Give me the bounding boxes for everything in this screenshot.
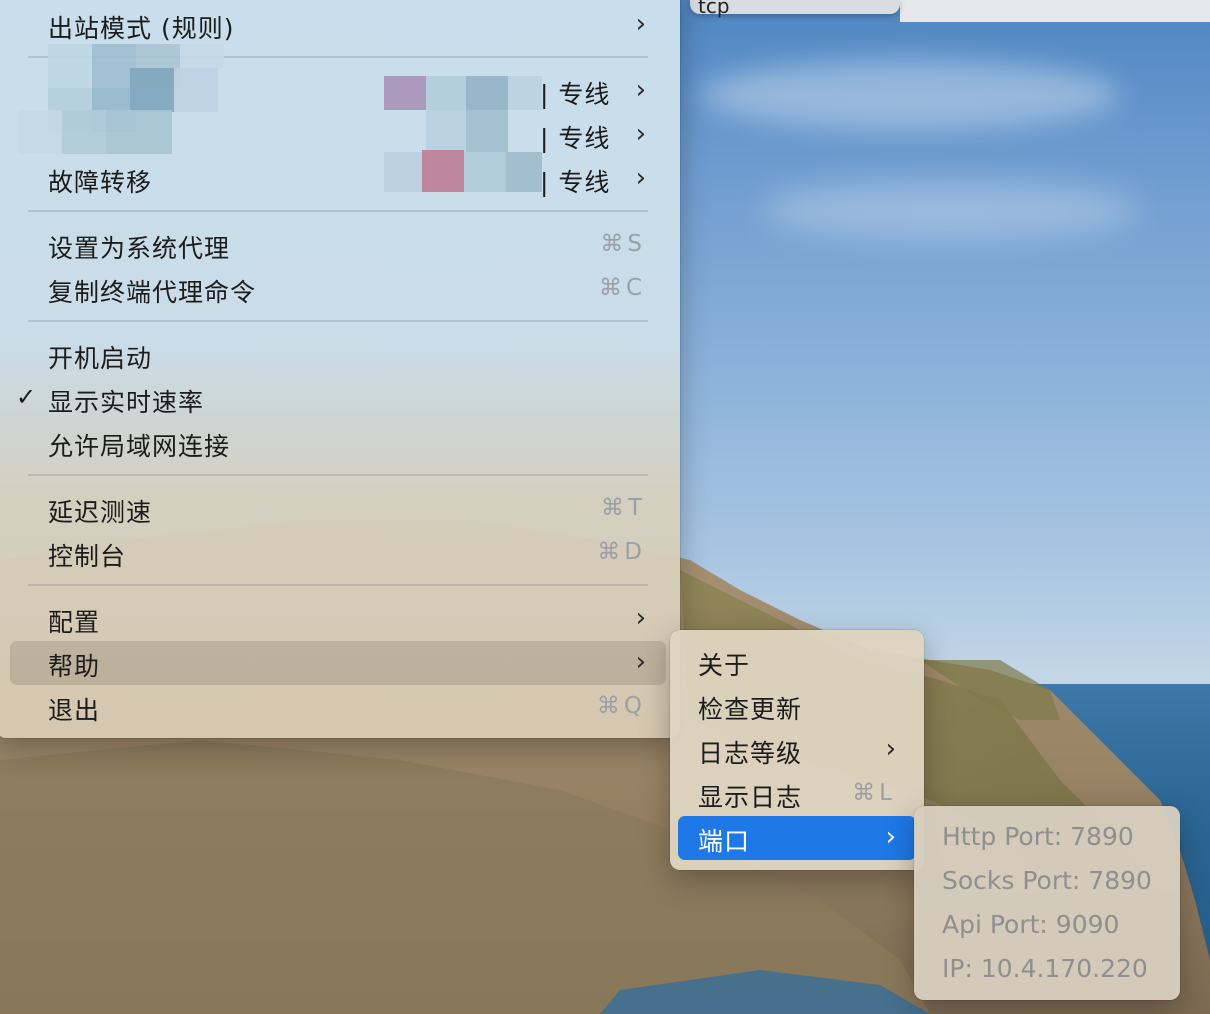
menu-item-label: 开机启动 bbox=[48, 344, 153, 373]
menu-item-log-level[interactable]: 日志等级 › bbox=[678, 728, 916, 772]
menu-item-label: 允许局域网连接 bbox=[48, 432, 231, 461]
chevron-right-icon: › bbox=[635, 119, 646, 149]
chevron-right-icon: › bbox=[635, 163, 646, 193]
help-submenu: 关于 检查更新 日志等级 › 显示日志 ⌘L 端口 › bbox=[670, 630, 924, 870]
menu-item-copy-shell-command[interactable]: 复制终端代理命令 ⌘C bbox=[10, 267, 666, 311]
menu-item-label: 端口 bbox=[698, 827, 751, 856]
menu-item-allow-lan[interactable]: 允许局域网连接 bbox=[10, 421, 666, 465]
ports-submenu: Http Port: 7890 Socks Port: 7890 Api Por… bbox=[914, 806, 1180, 1000]
menu-item-label: 复制终端代理命令 bbox=[48, 278, 257, 307]
menu-item-label: 设置为系统代理 bbox=[48, 234, 231, 263]
menu-item-about[interactable]: 关于 bbox=[678, 640, 916, 684]
menu-item-outbound-mode[interactable]: 出站模式 (规则) › bbox=[10, 3, 666, 47]
menu-item-label: 检查更新 bbox=[698, 695, 803, 724]
chevron-right-icon: › bbox=[635, 603, 646, 633]
proxy-group-suffix: | 专线 bbox=[540, 168, 611, 197]
menu-item-start-at-login[interactable]: 开机启动 bbox=[10, 333, 666, 377]
menu-item-label: 帮助 bbox=[48, 652, 101, 681]
menu-separator bbox=[28, 584, 648, 586]
menu-item-dashboard[interactable]: 控制台 ⌘D bbox=[10, 531, 666, 575]
proxy-group-failover[interactable]: 故障转移 | 专线 › bbox=[10, 157, 666, 201]
shortcut-label: ⌘Q bbox=[596, 693, 646, 719]
menu-item-label: 退出 bbox=[48, 696, 101, 725]
chevron-right-icon: › bbox=[885, 734, 896, 764]
chevron-right-icon: › bbox=[635, 647, 646, 677]
menu-item-label: 配置 bbox=[48, 608, 101, 637]
menu-item-label: 控制台 bbox=[48, 542, 127, 571]
chevron-right-icon: › bbox=[885, 822, 896, 852]
menu-item-set-system-proxy[interactable]: 设置为系统代理 ⌘S bbox=[10, 223, 666, 267]
http-port-info: Http Port: 7890 bbox=[942, 822, 1134, 851]
chevron-right-icon: › bbox=[635, 75, 646, 105]
menu-item-config[interactable]: 配置 › bbox=[10, 597, 666, 641]
menu-item-show-speed[interactable]: ✓ 显示实时速率 bbox=[10, 377, 666, 421]
proxy-group-label: 故障转移 bbox=[48, 168, 153, 197]
menu-item-help[interactable]: 帮助 › bbox=[10, 641, 666, 685]
menu-item-label: 关于 bbox=[698, 651, 751, 680]
socks-port-info: Socks Port: 7890 bbox=[942, 866, 1152, 895]
menu-separator bbox=[28, 320, 648, 322]
proxy-group-item[interactable]: | 专线 › bbox=[10, 113, 666, 157]
shortcut-label: ⌘L bbox=[852, 780, 896, 806]
shortcut-label: ⌘T bbox=[600, 495, 646, 521]
shortcut-label: ⌘S bbox=[600, 231, 646, 257]
menu-separator bbox=[28, 210, 648, 212]
menu-item-latency-test[interactable]: 延迟测速 ⌘T bbox=[10, 487, 666, 531]
menu-item-label: 延迟测速 bbox=[48, 498, 153, 527]
menu-item-check-update[interactable]: 检查更新 bbox=[678, 684, 916, 728]
ip-address-info: IP: 10.4.170.220 bbox=[942, 954, 1148, 983]
menu-item-label: 显示实时速率 bbox=[48, 388, 205, 417]
window-edge bbox=[900, 0, 1210, 22]
background-window-text: tcp bbox=[698, 0, 730, 18]
proxy-group-suffix: | 专线 bbox=[540, 80, 611, 109]
proxy-group-suffix: | 专线 bbox=[540, 124, 611, 153]
shortcut-label: ⌘C bbox=[598, 275, 646, 301]
menu-item-label: 显示日志 bbox=[698, 783, 803, 812]
api-port-info: Api Port: 9090 bbox=[942, 910, 1120, 939]
chevron-right-icon: › bbox=[635, 9, 646, 39]
proxy-group-item[interactable]: | 专线 › bbox=[10, 69, 666, 113]
menu-item-label: 出站模式 (规则) bbox=[48, 14, 235, 43]
shortcut-label: ⌘D bbox=[597, 539, 646, 565]
menu-item-label: 日志等级 bbox=[698, 739, 803, 768]
menu-item-ports[interactable]: 端口 › bbox=[678, 816, 916, 860]
checkmark-icon: ✓ bbox=[16, 383, 37, 411]
main-menu: 出站模式 (规则) › | 专线 › | 专线 › 故障转移 | 专线 › 设置… bbox=[0, 0, 680, 738]
menu-separator bbox=[28, 474, 648, 476]
menu-item-quit[interactable]: 退出 ⌘Q bbox=[10, 685, 666, 729]
menu-item-show-log[interactable]: 显示日志 ⌘L bbox=[678, 772, 916, 816]
